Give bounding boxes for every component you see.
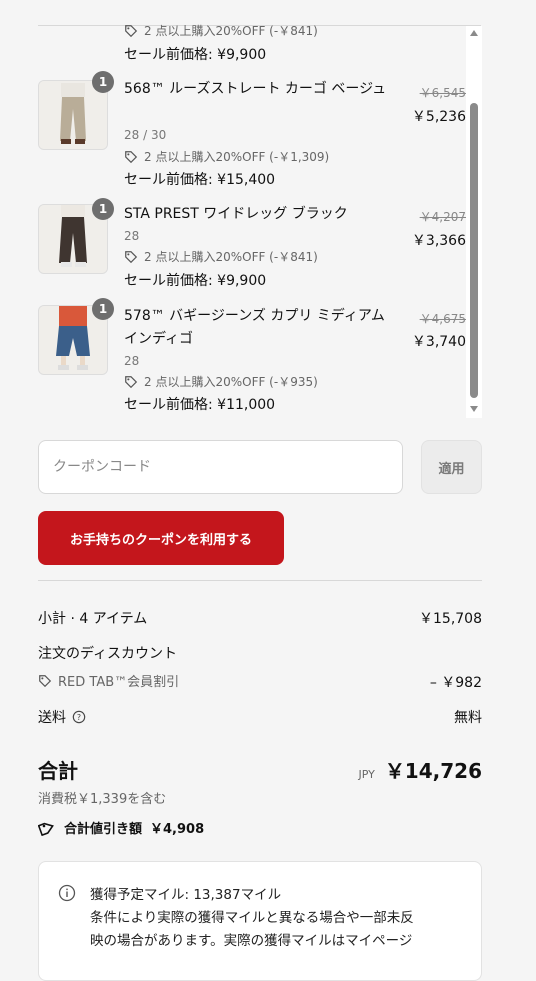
- miles-text: 獲得予定マイル: 13,387マイル 条件により実際の獲得マイルと異なる場合や一…: [90, 884, 470, 953]
- discount-name: RED TAB™会員割引: [58, 675, 180, 690]
- product-variant: 28 / 30: [124, 128, 167, 142]
- info-icon: [58, 884, 76, 902]
- coupon-code-input[interactable]: [38, 440, 403, 494]
- product-name[interactable]: 578™ バギージーンズ カプリ ミディアムインディゴ: [124, 305, 394, 351]
- promo-line: 2 点以上購入20%OFF (-￥1,309): [124, 148, 329, 165]
- subtotal-value: ￥15,708: [419, 611, 482, 627]
- svg-text:?: ?: [77, 713, 81, 722]
- miles-line: 映の場合があります。実際の獲得マイルはマイページ: [90, 933, 413, 949]
- product-name[interactable]: STA PREST ワイドレッグ ブラック: [124, 203, 394, 226]
- promo-line: 2 点以上購入20%OFF (-￥841): [124, 22, 318, 39]
- presale-price: セール前価格: ¥15,400: [124, 172, 276, 188]
- tag-icon: [125, 150, 138, 163]
- promo-line: 2 点以上購入20%OFF (-￥935): [124, 373, 318, 390]
- quantity-badge: 1: [92, 298, 114, 320]
- tag-icon: [125, 250, 138, 263]
- presale-price: セール前価格: ¥11,000: [124, 397, 276, 413]
- product-name[interactable]: 568™ ルーズストレート カーゴ ベージュ: [124, 78, 394, 101]
- tag-icon: [125, 375, 138, 388]
- presale-price: セール前価格: ¥9,900: [124, 273, 267, 289]
- miles-info-box: 獲得予定マイル: 13,387マイル 条件により実際の獲得マイルと異なる場合や一…: [38, 861, 482, 981]
- shipping-value: 無料: [454, 710, 482, 726]
- sale-price: ￥3,366: [411, 233, 466, 249]
- total-saving-label: 合計値引き額: [64, 822, 143, 837]
- quantity-badge: 1: [92, 71, 114, 93]
- use-my-coupon-button[interactable]: お手持ちのクーポンを利用する: [38, 511, 284, 565]
- subtotal-label: 小計 · 4 アイテム: [38, 611, 148, 627]
- tag-icon: [125, 24, 138, 37]
- summary-divider: [38, 580, 482, 581]
- sale-price: ￥3,740: [411, 334, 466, 350]
- apply-coupon-button[interactable]: 適用: [421, 440, 482, 494]
- discount-value: – ￥982: [429, 675, 482, 691]
- product-variant: 28: [124, 229, 140, 243]
- scroll-arrow-down-icon[interactable]: [470, 406, 478, 412]
- original-price: ￥4,207: [419, 210, 466, 224]
- total-label: 合計: [38, 759, 78, 783]
- miles-line: 獲得予定マイル: 13,387マイル: [90, 887, 282, 903]
- tag-icon: [38, 822, 54, 836]
- sale-price: ￥5,236: [411, 109, 466, 125]
- discount-line: RED TAB™会員割引: [38, 671, 179, 690]
- miles-line: 条件により実際の獲得マイルと異なる場合や一部未反: [90, 910, 414, 926]
- original-price: ￥6,545: [419, 86, 466, 100]
- shipping-label: 送料: [38, 710, 66, 726]
- cart-item-list[interactable]: 2 点以上購入20%OFF (-￥841) セール前価格: ¥9,900 1 5…: [0, 0, 536, 418]
- total-price: JPY ￥14,726: [358, 755, 482, 784]
- total-saving-value: ￥4,908: [150, 822, 205, 837]
- product-variant: 28: [124, 354, 140, 368]
- order-discount-label: 注文のディスカウント: [38, 646, 178, 662]
- shipping-row: 送料 ?: [38, 707, 86, 727]
- scroll-arrow-up-icon[interactable]: [470, 30, 478, 36]
- total-saving-row: 合計値引き額 ￥4,908: [38, 818, 204, 837]
- promo-line: 2 点以上購入20%OFF (-￥841): [124, 248, 318, 265]
- currency-code: JPY: [358, 768, 375, 781]
- tag-icon: [39, 674, 52, 687]
- presale-price: セール前価格: ¥9,900: [124, 47, 267, 63]
- help-circle-icon[interactable]: ?: [72, 710, 86, 724]
- scrollbar-thumb[interactable]: [470, 103, 478, 398]
- quantity-badge: 1: [92, 198, 114, 220]
- original-price: ￥4,675: [419, 312, 466, 326]
- tax-note: 消費税￥1,339を含む: [38, 792, 167, 807]
- total-value: ￥14,726: [384, 759, 482, 783]
